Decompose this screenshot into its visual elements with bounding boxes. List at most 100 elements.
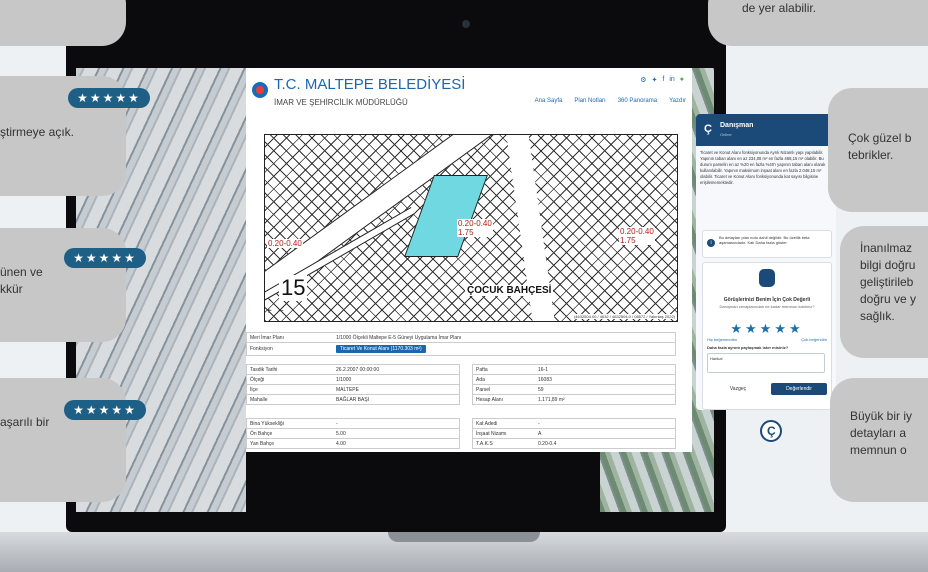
stage: T.C. MALTEPE BELEDİYESİ İMAR VE ŞEHİRCİL… <box>0 0 928 572</box>
detail-label: Parsel <box>476 386 491 393</box>
linkedin-icon[interactable]: in <box>669 76 674 84</box>
review-card: İnanılmaz bilgi doğru geliştirileb doğru… <box>840 226 928 358</box>
detail-label: Ölçeği <box>250 376 265 383</box>
nav-home[interactable]: Ana Sayfa <box>535 98 563 104</box>
detail-value: - <box>336 420 338 427</box>
webcam <box>462 20 470 28</box>
cancel-button[interactable]: Vazgeç <box>713 383 763 395</box>
detail-value: 26.2.2007 00:00:00 <box>336 366 380 373</box>
table-row: Tasdik Tarihi 26.2.2007 00:00:00 <box>246 364 460 375</box>
advisor-logo-icon: Ç <box>704 123 712 135</box>
detail-value: 1/1000 <box>336 376 352 383</box>
table-row: Meri İmar Planı 1/1000 Ölçekli Maltepe E… <box>246 332 676 343</box>
facebook-icon[interactable]: f <box>662 76 664 84</box>
nav-print[interactable]: Yazdır <box>669 98 686 104</box>
feedback-input[interactable]: Harika! <box>707 353 825 373</box>
zoom-in-button[interactable]: + <box>266 306 272 317</box>
review-text: aşarılı bir <box>0 415 50 429</box>
parcel-label-left: 0.20-0.40 <box>267 239 303 248</box>
detail-value: 0.20-0.4 <box>538 440 557 447</box>
brand-title: T.C. MALTEPE BELEDİYESİ <box>274 76 466 93</box>
chat-title: Danışman <box>720 122 754 129</box>
review-stars: ★★★★★ <box>68 88 150 108</box>
detail-label: Kat Adedi <box>476 420 498 427</box>
rating-title: Görüşlerinizi Benim İçin Çok Değerli <box>723 297 811 303</box>
review-text: de yer alabilir. <box>742 1 817 15</box>
table-row: Yan Bahçe 4.00 <box>246 439 460 449</box>
plan-info-table: Meri İmar Planı 1/1000 Ölçekli Maltepe E… <box>246 332 676 356</box>
chat-header: Ç Danışman Online <box>696 114 836 146</box>
detail-value: A <box>538 430 542 437</box>
chat-launcher-button[interactable]: Ç <box>760 420 782 442</box>
review-card <box>0 0 126 46</box>
review-text: sağlık. <box>860 309 895 323</box>
details-right: Pafta 16-1 Ada 16083 Parsel 59 Hesap Alanı 1… <box>472 364 676 405</box>
park-label: ÇOCUK BAHÇESİ <box>465 285 554 296</box>
status-dot-icon: ● <box>679 76 684 83</box>
detail-value: MALTEPE <box>336 386 359 393</box>
review-text: ünen ve <box>0 265 43 279</box>
social-links: ⚙ ✦ f in ● <box>640 76 684 84</box>
site-header: T.C. MALTEPE BELEDİYESİ İMAR VE ŞEHİRCİL… <box>246 68 692 120</box>
advisor-message: Ticaret ve Konut Alanı fonksiyonunda Ayr… <box>700 150 826 185</box>
table-row: İnşaat Nizamı A <box>472 429 676 439</box>
detail-label: Ada <box>476 376 485 383</box>
parcel-label: 0.20-0.40 1.75 <box>457 219 493 237</box>
zoom-out-button[interactable]: − <box>278 306 284 317</box>
building-right: Kat Adedi - İnşaat Nizamı A T.A.K.S 0.20-0.… <box>472 418 676 449</box>
twitter-icon[interactable]: ✦ <box>651 76 657 84</box>
review-card: Büyük bir iy detayları a memnun o <box>830 378 928 502</box>
building-left: Bina Yüksekliği - Ön Bahçe 5.00 Yan Bahçe 4… <box>246 418 460 449</box>
detail-label: İnşaat Nizamı <box>476 430 507 437</box>
table-row: Hesap Alanı 1.171,89 m² <box>472 395 676 405</box>
laptop-notch <box>388 532 540 542</box>
review-text: tebrikler. <box>848 148 894 162</box>
detail-value: - <box>538 420 540 427</box>
beta-note-text: Bu detayları plan notu dahil değildir. B… <box>719 235 810 245</box>
nav-panorama[interactable]: 360 Panorama <box>618 98 657 104</box>
nav-plan-notes[interactable]: Plan Notları <box>574 98 605 104</box>
function-badge[interactable]: Ticaret Ve Konut Alanı (1170.303 m²) <box>336 345 426 353</box>
review-card: de yer alabilir. <box>708 0 928 46</box>
table-row: Bina Yüksekliği - <box>246 418 460 429</box>
review-text: geliştirileb <box>860 275 914 289</box>
settings-icon[interactable]: ⚙ <box>640 76 646 84</box>
table-row: Ölçeği 1/1000 <box>246 375 460 385</box>
zoom-controls: + − <box>266 306 284 317</box>
review-text: detayları a <box>850 426 907 440</box>
rating-stars[interactable]: ★★★★★ <box>703 321 831 337</box>
review-text: Çok güzel b <box>848 131 912 145</box>
table-row: İlçe MALTEPE <box>246 385 460 395</box>
top-nav: Ana Sayfa Plan Notları 360 Panorama Yazd… <box>535 98 686 104</box>
map-coordinates: (4632504.00 / 4632 / 4632504.0 / 08572 /… <box>573 314 675 319</box>
robot-icon <box>759 269 775 287</box>
zoning-map[interactable]: 0.20-0.40 1.75 0.20-0.40 1.75 0.20-0.40 … <box>264 134 678 322</box>
municipality-logo-icon <box>252 82 268 98</box>
rating-subtitle: Danışman cevaplarından ne kadar memnun k… <box>719 304 815 309</box>
scale-number: 15 <box>279 275 308 301</box>
detail-label: T.A.K.S <box>476 440 493 447</box>
detail-value: 5.00 <box>336 430 346 437</box>
department-title: İMAR VE ŞEHİRCİLİK MÜDÜRLÜĞÜ <box>274 98 408 107</box>
review-stars: ★★★★★ <box>64 248 146 268</box>
rating-high-label: Çok beğendim <box>801 337 827 342</box>
details-left: Tasdik Tarihi 26.2.2007 00:00:00 Ölçeği 1/… <box>246 364 460 405</box>
review-stars: ★★★★★ <box>64 400 146 420</box>
parcel-label-right: 0.20-0.40 1.75 <box>619 227 655 245</box>
table-row: Fonksiyon Ticaret Ve Konut Alanı (1170.3… <box>246 343 676 356</box>
advisor-chat-panel: Ç Danışman Online Ticaret ve Konut Alanı… <box>696 114 836 410</box>
review-card: ünen ve kkür <box>0 228 126 342</box>
submit-rating-button[interactable]: Değerlendir <box>771 383 827 395</box>
review-text: Büyük bir iy <box>850 409 913 423</box>
detail-label: Mahalle <box>250 396 268 403</box>
review-text: kkür <box>0 282 23 296</box>
plan-label: Meri İmar Planı <box>250 334 284 341</box>
detail-label: Pafta <box>476 366 488 373</box>
detail-label: Tasdik Tarihi <box>250 366 278 373</box>
table-row: Ada 16083 <box>472 375 676 385</box>
beta-note: i Bu detayları plan notu dahil değildir.… <box>702 230 832 258</box>
info-icon: i <box>707 239 715 247</box>
detail-value: 16083 <box>538 376 552 383</box>
table-row: Ön Bahçe 5.00 <box>246 429 460 439</box>
chat-subtitle: Online <box>720 132 732 137</box>
